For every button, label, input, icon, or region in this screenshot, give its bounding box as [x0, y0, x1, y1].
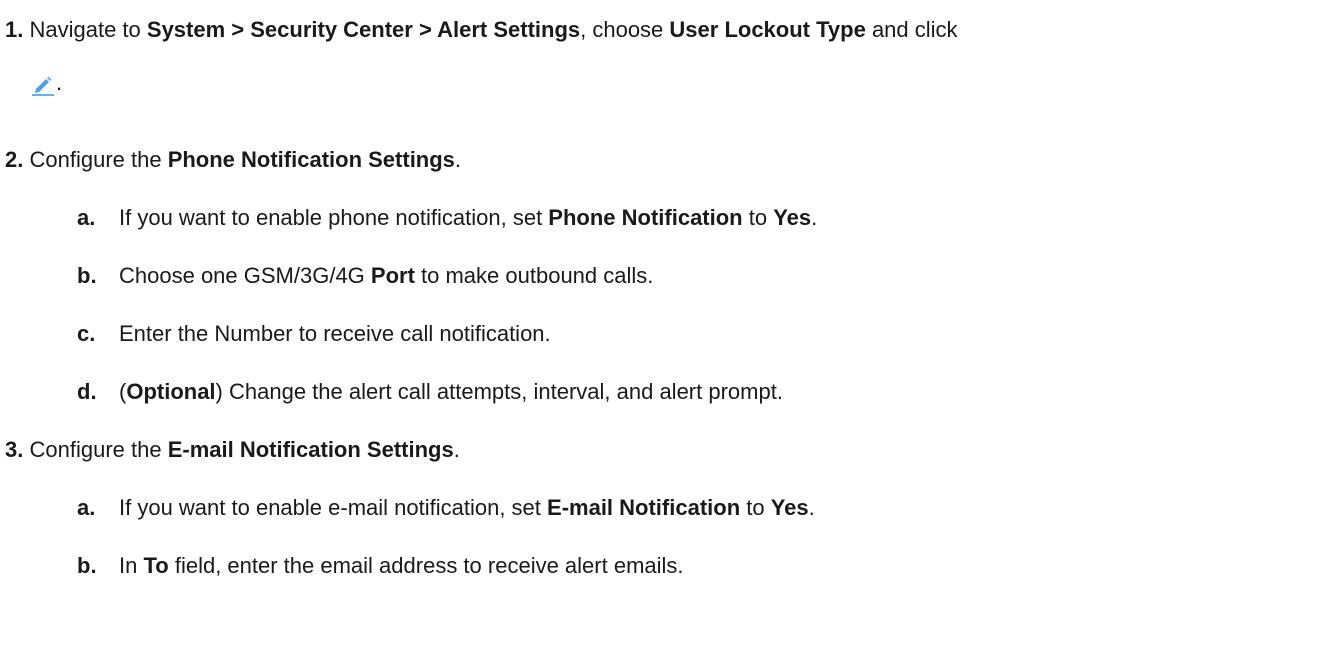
substep-letter: a.	[77, 495, 96, 520]
text-run: .	[811, 205, 818, 230]
step-1-icon-line: .	[30, 70, 62, 96]
text-run: Navigate to	[29, 17, 147, 42]
text-run: .	[453, 437, 460, 462]
value-name: Yes	[770, 495, 809, 520]
substep-letter: c.	[77, 321, 96, 346]
text-run: Configure the	[29, 147, 168, 172]
value-name: Yes	[773, 205, 812, 230]
text-run: .	[56, 70, 63, 95]
step-1-text: Navigate to System > Security Center > A…	[29, 17, 957, 42]
section-name: E-mail Notification Settings	[167, 437, 454, 462]
step-2-text: Configure the Phone Notification Setting…	[29, 147, 461, 172]
text-run: and click	[865, 17, 958, 42]
substep-letter: b.	[77, 553, 97, 578]
text-run: If you want to enable phone notification…	[119, 205, 549, 230]
step-3: 3. Configure the E-mail Notification Set…	[5, 437, 460, 463]
step-2b: b. Choose one GSM/3G/4G Port to make outb…	[77, 263, 653, 289]
field-name: Phone Notification	[548, 205, 743, 230]
optional-label: Optional	[126, 379, 216, 404]
text-run: .	[454, 147, 462, 172]
step-2d: d. (Optional) Change the alert call attem…	[77, 379, 783, 405]
step-3b: b. In To field, enter the email address t…	[77, 553, 684, 579]
text-run: to	[740, 495, 771, 520]
step-1: 1. Navigate to System > Security Center …	[5, 17, 958, 43]
substep-letter: d.	[77, 379, 97, 404]
step-number: 3.	[5, 437, 24, 462]
pencil-edit-icon	[30, 74, 56, 96]
text-run: Enter the Number to receive call notific…	[119, 321, 551, 346]
text-run: field, enter the email address to receiv…	[168, 553, 684, 578]
text-run: , choose	[580, 17, 670, 42]
field-name: Port	[370, 263, 415, 288]
field-name: To	[143, 553, 169, 578]
lockout-type-label: User Lockout Type	[669, 17, 866, 42]
menu-path: System > Security Center > Alert Setting…	[146, 17, 581, 42]
text-run: to make outbound calls.	[414, 263, 654, 288]
step-3-text: Configure the E-mail Notification Settin…	[29, 437, 459, 462]
step-number: 1.	[5, 17, 24, 42]
step-2c: c. Enter the Number to receive call notif…	[77, 321, 551, 347]
text-run: If you want to enable e-mail notificatio…	[119, 495, 548, 520]
text-run: .	[808, 495, 815, 520]
section-name: Phone Notification Settings	[167, 147, 455, 172]
text-run: ) Change the alert call attempts, interv…	[215, 379, 783, 404]
field-name: E-mail Notification	[547, 495, 741, 520]
step-2: 2. Configure the Phone Notification Sett…	[5, 147, 461, 173]
step-2a: a. If you want to enable phone notificati…	[77, 205, 817, 231]
text-run: to	[742, 205, 774, 230]
text-run: Choose one GSM/3G/4G	[119, 263, 371, 288]
substep-letter: a.	[77, 205, 96, 230]
step-number: 2.	[5, 147, 24, 172]
text-run: In	[119, 553, 144, 578]
text-run: Configure the	[29, 437, 168, 462]
substep-letter: b.	[77, 263, 97, 288]
step-3a: a. If you want to enable e-mail notificat…	[77, 495, 815, 521]
